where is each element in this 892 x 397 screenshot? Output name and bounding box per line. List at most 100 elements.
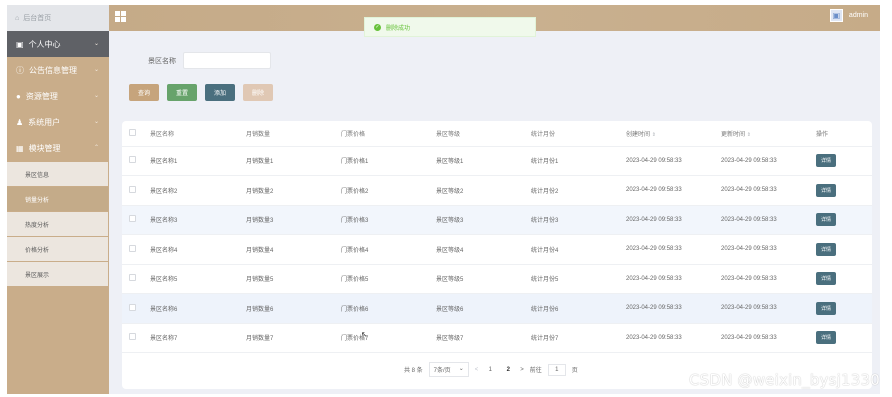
table-row[interactable]: 景区名称6 月销数量6 门票价格6 景区等级6 统计月份6 2023-04-29 09:5… [122, 293, 872, 324]
sidebar-item-notice[interactable]: ⓘ 公告信息管理 ⌄ [7, 57, 109, 83]
detail-button[interactable]: 详情 [816, 331, 837, 345]
table-cell: 2023-04-29 09:58:33 [626, 264, 721, 294]
table-cell: 景区等级2 [436, 175, 531, 206]
table-cell: 景区名称1 [150, 146, 246, 176]
goto-label: 前往 [529, 368, 542, 374]
row-checkbox[interactable] [129, 303, 136, 311]
detail-button[interactable]: 详情 [816, 242, 837, 256]
table-cell: 2023-04-29 09:58:33 [626, 205, 721, 235]
next-page-button[interactable]: > [520, 367, 524, 373]
goto-suffix: 页 [571, 368, 578, 374]
column-header: 景区等级 [436, 121, 531, 147]
chevron-down-icon: ⌄ [93, 67, 99, 73]
sidebar-item-profile[interactable]: ▣ 个人中心 ⌄ [7, 31, 109, 57]
table-cell: 景区等级1 [436, 146, 531, 176]
sidebar-item-label: 系统用户 [28, 117, 61, 127]
pagination: 共 8 条 7条/页 ⌄ < 1 2 > 前往 1 页 [404, 362, 578, 377]
total-count: 共 8 条 [404, 368, 423, 374]
table-row[interactable]: 景区名称5 月销数量5 门票价格5 景区等级5 统计月份5 2023-04-29 09:5… [122, 264, 872, 294]
column-header-sortable[interactable]: 更新时间 ⇕ [721, 121, 816, 147]
sidebar-item-resource[interactable]: ● 资源管理 ⌄ [7, 83, 109, 109]
detail-button[interactable]: 详情 [816, 272, 837, 286]
table-cell: 景区等级6 [436, 293, 531, 324]
sidebar-item-modules[interactable]: ▦ 模块管理 ⌃ [7, 135, 109, 161]
table-row[interactable]: 景区名称7 月销数量7 门票价格7 景区等级7 统计月份7 2023-04-29 09:5… [122, 323, 872, 353]
sidebar-item-users[interactable]: ♟ 系统用户 ⌄ [7, 109, 109, 135]
page-number[interactable]: 1 [484, 367, 496, 373]
search-input[interactable] [183, 52, 271, 69]
select-all-checkbox[interactable] [129, 128, 136, 136]
sort-icon[interactable]: ⇕ [652, 132, 656, 138]
search-label: 景区名称 [148, 57, 176, 65]
detail-button[interactable]: 详情 [816, 213, 837, 227]
table-row[interactable]: 景区名称2 月销数量2 门票价格2 景区等级2 统计月份2 2023-04-29 09:5… [122, 175, 872, 206]
column-header-label: 创建时间 [626, 131, 651, 138]
table-cell: 统计月份4 [531, 234, 626, 265]
goto-page-input[interactable]: 1 [547, 363, 566, 376]
table-cell: 2023-04-29 09:58:33 [721, 234, 816, 265]
row-checkbox[interactable] [129, 185, 136, 193]
table-cell: 景区名称2 [150, 175, 246, 206]
info-icon: ⓘ [16, 65, 24, 75]
table-row[interactable]: 景区名称3 月销数量3 门票价格3 景区等级3 统计月份3 2023-04-29 09:5… [122, 205, 872, 235]
table-cell: 门票价格2 [341, 175, 436, 206]
user-menu[interactable]: ▣ admin [829, 9, 868, 22]
column-header: 景区名称 [150, 121, 246, 147]
table-cell: 门票价格1 [341, 146, 436, 176]
menu-toggle-icon[interactable] [115, 11, 126, 22]
table-row[interactable]: 景区名称4 月销数量4 门票价格4 景区等级4 统计月份4 2023-04-29 09:5… [122, 234, 872, 265]
action-cell: 详情 [816, 205, 872, 235]
submenu-item-sales-analysis[interactable]: 销量分析 [7, 187, 108, 211]
table-cell: 2023-04-29 09:58:33 [626, 146, 721, 176]
column-header: 统计月份 [531, 121, 626, 147]
submenu: 景区信息 销量分析 热度分析 价格分析 景区展示 [7, 162, 109, 286]
toast-message: 删除成功 [386, 25, 411, 32]
row-checkbox[interactable] [129, 333, 136, 341]
prev-page-button[interactable]: < [475, 367, 479, 373]
reset-button[interactable]: 重置 [167, 84, 197, 101]
home-link[interactable]: ⌂ 后台首页 [7, 5, 109, 31]
sidebar-item-label: 个人中心 [28, 39, 61, 49]
column-header-sortable[interactable]: 创建时间 ⇕ [626, 121, 721, 147]
table-cell: 统计月份6 [531, 293, 626, 324]
sidebar-item-label: 资源管理 [25, 91, 58, 101]
submenu-item-heat-analysis[interactable]: 热度分析 [7, 212, 108, 236]
detail-button[interactable]: 详情 [816, 183, 837, 197]
sidebar-item-label: 公告信息管理 [29, 65, 77, 75]
table-cell: 统计月份7 [531, 323, 626, 353]
row-checkbox[interactable] [129, 274, 136, 282]
delete-button[interactable]: 删除 [243, 84, 273, 101]
detail-button[interactable]: 详情 [816, 154, 837, 168]
row-checkbox[interactable] [129, 244, 136, 252]
search-row: 景区名称 [148, 52, 271, 69]
chevron-up-icon: ⌃ [93, 145, 99, 151]
sort-icon[interactable]: ⇕ [747, 132, 751, 138]
chevron-down-icon: ⌄ [458, 366, 464, 372]
submenu-item-scenic-display[interactable]: 景区展示 [7, 262, 108, 286]
table-cell: 景区等级5 [436, 264, 531, 294]
submenu-item-scenic-info[interactable]: 景区信息 [7, 162, 108, 186]
page-size-select[interactable]: 7条/页 ⌄ [428, 362, 469, 377]
table-cell: 2023-04-29 09:58:33 [721, 264, 816, 294]
row-select-cell [122, 293, 150, 324]
username: admin [848, 12, 868, 19]
row-select-cell [122, 264, 150, 294]
action-cell: 详情 [816, 146, 872, 176]
home-label: 后台首页 [23, 15, 52, 22]
action-buttons: 查询 重置 添加 删除 [129, 84, 273, 101]
table-cell: 门票价格6 [341, 293, 436, 324]
table-cell: 景区名称4 [150, 234, 246, 265]
table-cell: 景区等级3 [436, 205, 531, 235]
add-button[interactable]: 添加 [205, 84, 235, 101]
submenu-item-price-analysis[interactable]: 价格分析 [7, 237, 108, 261]
row-checkbox[interactable] [129, 215, 136, 223]
table-row[interactable]: 景区名称1 月销数量1 门票价格1 景区等级1 统计月份1 2023-04-29 09:5… [122, 146, 872, 176]
query-button[interactable]: 查询 [129, 84, 159, 101]
table-cell: 统计月份2 [531, 175, 626, 206]
row-checkbox[interactable] [129, 156, 136, 164]
avatar: ▣ [829, 9, 843, 22]
table-cell: 2023-04-29 09:58:33 [721, 323, 816, 353]
page-number-current[interactable]: 2 [502, 367, 514, 373]
data-table: 景区名称 月销数量 门票价格 景区等级 统计月份 创建时间 ⇕ 更新时间 ⇕ 操… [122, 121, 872, 389]
detail-button[interactable]: 详情 [816, 301, 837, 315]
